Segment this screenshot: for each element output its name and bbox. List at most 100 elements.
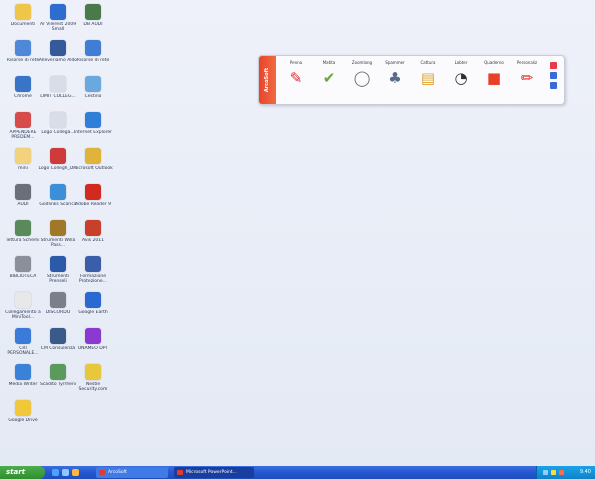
security-tray-icon[interactable] <box>559 470 564 475</box>
notebook-icon: ■ <box>486 69 502 87</box>
desktop-icon[interactable]: mini <box>3 148 43 171</box>
desktop-icon-label: LIMIT COLLEG... <box>40 94 76 99</box>
security-icon <box>85 364 101 380</box>
toolbar-tool-notebook[interactable]: Quaderno ■ <box>479 60 509 87</box>
toolbar-tool-magnifier[interactable]: Zoomlang ◯ <box>347 60 377 87</box>
desktop-icon-label: Godlinks Scarica <box>39 202 77 207</box>
info-icon[interactable] <box>550 82 557 89</box>
tools-icon <box>50 220 66 236</box>
toolbar-tab[interactable]: ArcoSoft <box>259 56 276 104</box>
google-earth-icon <box>85 292 101 308</box>
network-icon <box>85 40 101 56</box>
media-player-icon[interactable] <box>72 469 79 476</box>
toolbar-tool-label: Spammer <box>385 60 405 65</box>
desktop-icon[interactable]: Risorse di rete <box>73 40 113 63</box>
desktop-icon[interactable]: Google Earth <box>73 292 113 315</box>
desktop-icon[interactable]: Logo Collega... <box>38 112 78 135</box>
toolbar-tool-label: Zoomlang <box>351 60 373 65</box>
desktop-icon[interactable]: Formazione Protezione... <box>73 256 113 284</box>
desktop-icon[interactable]: DB AUDI <box>73 4 113 27</box>
desktop-icon[interactable]: UNAMEO DPT <box>73 328 113 351</box>
desktop-icon[interactable]: Strumenti Willa Pass... <box>38 220 78 248</box>
desktop-icon-label: Documenti <box>10 22 36 27</box>
taskbar-button-label: Microsoft PowerPoint... <box>186 470 237 475</box>
desktop-icon[interactable]: Chrome <box>3 76 43 99</box>
taskbar-button[interactable]: Microsoft PowerPoint... <box>174 467 254 478</box>
desktop-icon[interactable]: Logo Collegh_D... <box>38 148 78 171</box>
document-icon <box>50 76 66 92</box>
toolbar-tool-marker[interactable]: Personaliz ✏ <box>512 60 542 87</box>
desktop-icon[interactable]: Microsoft Outlook <box>73 148 113 171</box>
toolbar-tool-timer[interactable]: Lobter ◔ <box>446 60 476 87</box>
desktop-icon[interactable]: Cestino <box>73 76 113 99</box>
people-icon <box>85 256 101 272</box>
desktop-icon-label: Internet Explorer <box>73 130 113 135</box>
desktop-icon[interactable]: Documenti <box>3 4 43 27</box>
capture-icon: ▤ <box>420 69 436 87</box>
network-tray-icon[interactable] <box>543 470 548 475</box>
desktop-icon[interactable]: Internet Explorer <box>73 112 113 135</box>
toolbar-tool-pen[interactable]: Penna ✎ <box>281 60 311 87</box>
settings-icon[interactable] <box>550 72 557 79</box>
desktop-icon[interactable]: CRI PERSONALE... <box>3 328 43 356</box>
desktop-icon-label: Risorse di rete <box>76 58 110 63</box>
desktop-icon[interactable]: Scadito Tyrrheni <box>38 364 78 387</box>
desktop-icon[interactable]: Media Writer <box>3 364 43 387</box>
desktop-icon[interactable]: AUDI <box>3 184 43 207</box>
drive-icon <box>15 400 31 416</box>
desktop-icon[interactable]: Alleveriamo Aldo <box>38 40 78 63</box>
pencil-icon: ✔ <box>322 69 336 87</box>
desktop-icon[interactable]: Ar Vilerest 2009 Small <box>38 4 78 32</box>
desktop-icon[interactable]: BIBLIOTECA <box>3 256 43 279</box>
app-icon <box>177 470 183 475</box>
library-icon <box>15 256 31 272</box>
audi-icon <box>15 184 31 200</box>
desktop-icon-label: UNAMEO DPT <box>77 346 109 351</box>
outlook-icon <box>85 148 101 164</box>
marker-icon: ✏ <box>520 69 534 87</box>
cm-icon <box>50 328 66 344</box>
desktop-icon[interactable]: Collegamento a MiniTool... <box>3 292 43 320</box>
desktop-icon[interactable]: Google Drive <box>3 400 43 423</box>
desktop-icon[interactable]: lettura Schemi <box>3 220 43 243</box>
desktop-icon[interactable]: APPENDERE PREDEM... <box>3 112 43 140</box>
desktop-icon[interactable]: Avis 2011 <box>73 220 113 243</box>
desktop-icon[interactable]: Adobe Reader 9 <box>73 184 113 207</box>
desktop-icon[interactable]: Godlinks Scarica <box>38 184 78 207</box>
toolbar-tool-capture[interactable]: Cattura ▤ <box>413 60 443 87</box>
desktop-icon[interactable]: CM Consulenza <box>38 328 78 351</box>
show-desktop-icon[interactable] <box>62 469 69 476</box>
toolbar-tool-spotlight[interactable]: Spammer ♣ <box>380 60 410 87</box>
desktop-icon-label: Ar Vilerest 2009 Small <box>39 22 77 32</box>
start-button[interactable]: start <box>0 466 45 479</box>
toolbar-tool-label: Lobter <box>454 60 468 65</box>
taskbar-button[interactable]: ArcoSoft <box>96 467 168 478</box>
program-icon <box>50 40 66 56</box>
toolbar-tool-pencil[interactable]: Matita ✔ <box>314 60 344 87</box>
desktop-icon-label: Google Drive <box>8 418 38 423</box>
desktop-icon-label: Google Earth <box>78 310 108 315</box>
desktop-icon-label: Formazione Protezione... <box>79 274 107 284</box>
folder-person-icon <box>15 4 31 20</box>
desktop-icon-label: mini <box>18 166 28 171</box>
desktop-icon-label: Cestino <box>84 94 102 99</box>
desktop-icon-label: Alleveriamo Aldo <box>38 58 78 63</box>
desktop-icon-label: lettura Schemi <box>6 238 40 243</box>
media-icon <box>15 364 31 380</box>
globe-icon <box>85 328 101 344</box>
desktop-icon-label: Strumenti Prenseli <box>46 274 70 284</box>
spotlight-icon: ♣ <box>388 69 402 87</box>
taskbar: start ArcoSoft Microsoft PowerPoint... 9.… <box>0 466 595 479</box>
desktop-icon[interactable]: DISCORDO <box>38 292 78 315</box>
tools-icon <box>50 256 66 272</box>
desktop-icon-label: Strumenti Willa Pass... <box>40 238 76 248</box>
desktop-icon[interactable]: Risorse di rete <box>3 40 43 63</box>
volume-tray-icon[interactable] <box>551 470 556 475</box>
internet-explorer-icon[interactable] <box>52 469 59 476</box>
close-icon[interactable] <box>550 62 557 69</box>
desktop-icon[interactable]: LIMIT COLLEG... <box>38 76 78 99</box>
floating-toolbar: ArcoSoft Penna ✎ Matita ✔ Zoomlang ◯ Spammer ♣ C… <box>258 55 565 105</box>
app-icon <box>99 470 105 475</box>
desktop-icon[interactable]: Strumenti Prenseli <box>38 256 78 284</box>
desktop-icon[interactable]: Nestle Security.com <box>73 364 113 392</box>
